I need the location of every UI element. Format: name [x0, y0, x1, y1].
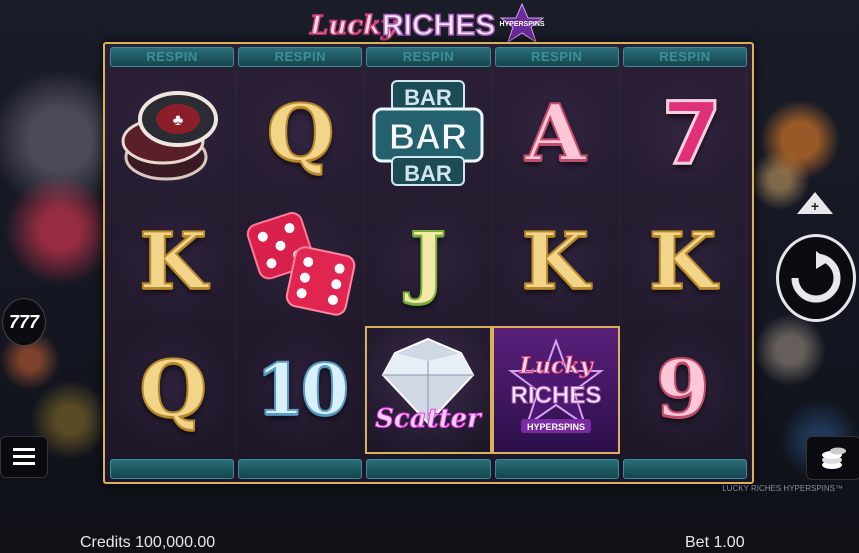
reel-slot-bottom [622, 459, 748, 479]
respin-button[interactable]: RESPIN [110, 47, 235, 67]
respin-button[interactable]: RESPIN [366, 47, 491, 67]
svg-text:HYPERSPINS: HYPERSPINS [527, 422, 585, 432]
respin-button[interactable]: RESPIN [238, 47, 363, 67]
reel-cell: ♣ [110, 70, 238, 198]
svg-text:BAR: BAR [404, 85, 452, 110]
respin-button[interactable]: RESPIN [622, 47, 748, 67]
reel-cell: Q [110, 326, 238, 454]
scatter-cell: Scatter [364, 326, 493, 454]
svg-text:♣: ♣ [173, 112, 184, 129]
chips-icon: ♣ [121, 91, 219, 181]
bet-settings-button[interactable] [806, 436, 859, 480]
reel-frame: RESPIN RESPIN RESPIN RESPIN RESPIN ♣ Q B… [103, 42, 754, 484]
reel-slot-bottom [110, 459, 235, 479]
bet-increase-button[interactable]: + [795, 190, 835, 216]
respin-row-bottom [110, 459, 748, 479]
svg-text:Scatter: Scatter [376, 404, 484, 434]
wild-cell: Lucky RICHES HYPERSPINS [492, 326, 620, 454]
spin-button[interactable] [776, 234, 856, 322]
reel-slot-bottom [238, 459, 363, 479]
symbol-k: K [648, 216, 718, 307]
symbol-k: K [138, 216, 208, 307]
symbol-j: J [409, 216, 448, 307]
symbol-q: Q [266, 88, 336, 179]
reel-cell [237, 198, 365, 326]
menu-button[interactable] [0, 436, 48, 478]
reel-slot-bottom [494, 459, 619, 479]
hamburger-icon [13, 448, 35, 465]
autoplay-button[interactable]: 777 [2, 298, 46, 346]
svg-text:BAR: BAR [389, 116, 467, 157]
plus-icon: + [811, 198, 819, 214]
respin-row-top: RESPIN RESPIN RESPIN RESPIN RESPIN [110, 47, 748, 67]
reel-cell: 7 [619, 70, 747, 198]
scatter-symbol: Scatter [375, 337, 484, 435]
spin-arrow-icon [791, 251, 841, 303]
bar-symbol: BAR BAR BAR [372, 80, 484, 186]
reel-cell: J [364, 198, 493, 326]
respin-button[interactable]: RESPIN [494, 47, 619, 67]
logo-riches: RICHES [382, 9, 495, 42]
reel-cell: 9 [619, 326, 747, 454]
game-logo: Lucky RICHES HYPERSPINS [0, 2, 859, 44]
symbol-ten: 10 [255, 348, 350, 431]
wild-symbol: Lucky RICHES HYPERSPINS [507, 338, 604, 433]
svg-text:Lucky: Lucky [518, 353, 594, 379]
reel-cell: K [492, 198, 620, 326]
game-watermark: LUCKY RICHES HYPERSPINS™ [722, 484, 843, 493]
logo-badge: HYPERSPINS [499, 21, 544, 28]
symbol-q: Q [138, 344, 208, 435]
coins-icon [821, 447, 846, 469]
reel-cell: K [110, 198, 238, 326]
dice-icon [246, 212, 355, 316]
symbol-seven: 7 [660, 83, 723, 186]
reel-slot-bottom [366, 459, 491, 479]
reel-grid: ♣ Q BAR BAR BAR A 7 K J K K Q 10 Scatter… [110, 70, 747, 454]
symbol-nine: 9 [655, 344, 711, 435]
reel-cell: BAR BAR BAR [364, 70, 493, 198]
reel-cell: Q [237, 70, 365, 198]
bet-display: Bet 1.00 [685, 534, 745, 551]
symbol-k: K [520, 216, 590, 307]
svg-text:RICHES: RICHES [511, 382, 602, 409]
symbol-a: A [524, 88, 587, 179]
svg-text:BAR: BAR [404, 161, 452, 186]
reel-cell: K [619, 198, 747, 326]
reel-cell: 10 [237, 326, 365, 454]
credits-display: Credits 100,000.00 [80, 534, 216, 551]
reel-cell: A [492, 70, 620, 198]
